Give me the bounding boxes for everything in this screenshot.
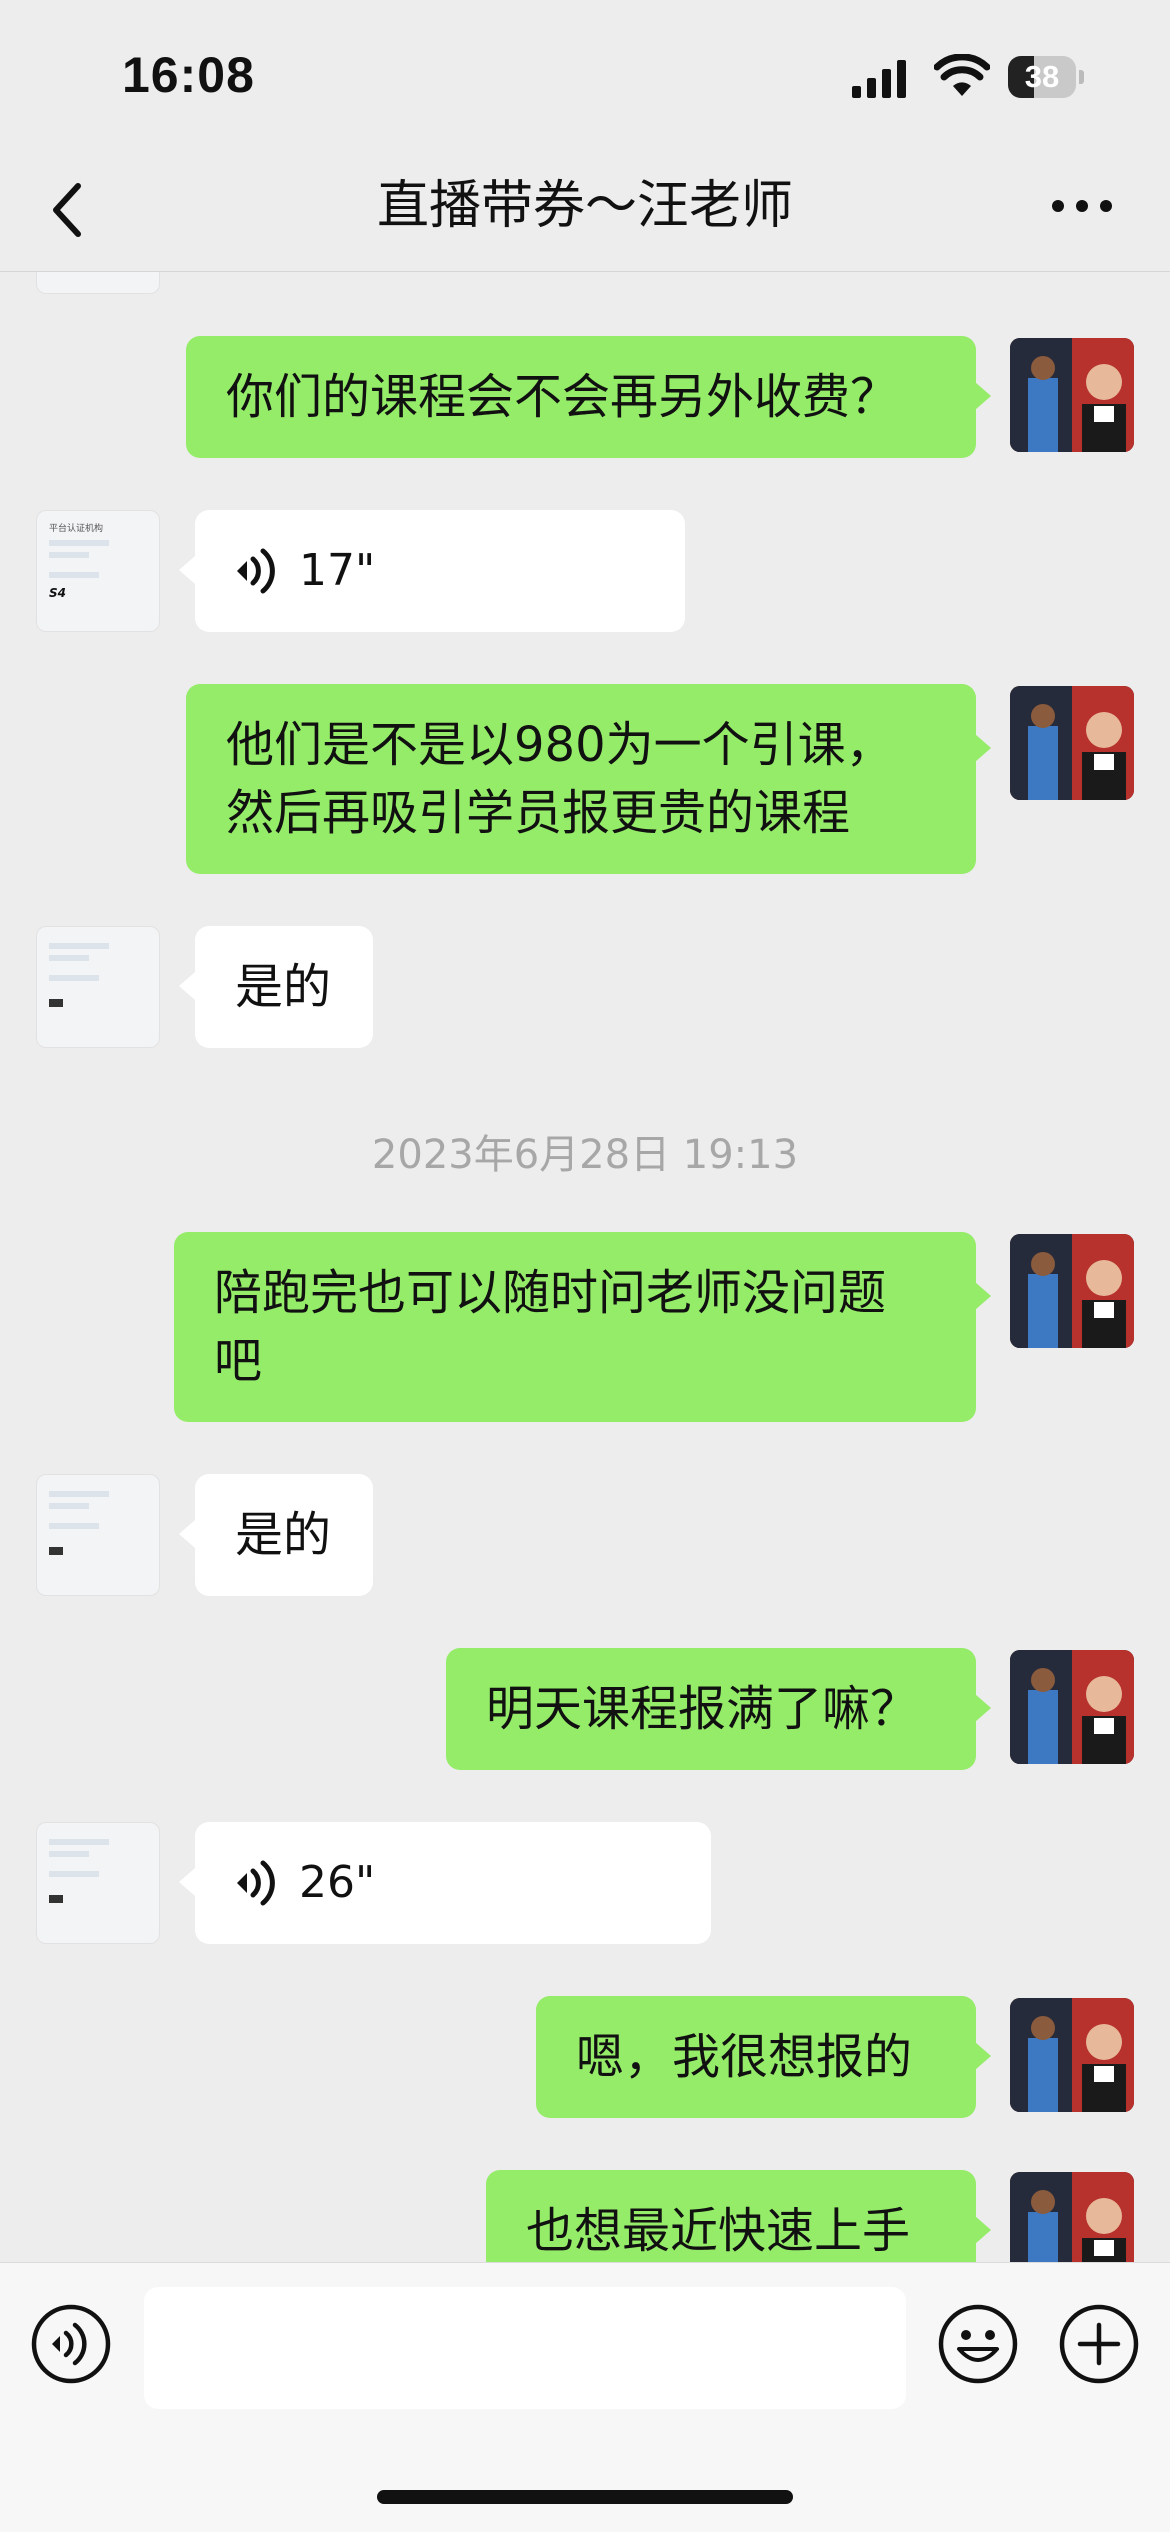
signal-icon	[852, 60, 906, 98]
avatar-me[interactable]	[1010, 1234, 1134, 1348]
chat-timestamp: 2023年6月28日 19:13	[371, 1132, 799, 1178]
message-text: 明天课程报满了嘛？	[486, 1681, 919, 1737]
message-text: 你们的课程会不会再另外收费？	[226, 369, 899, 425]
avatar-me[interactable]	[1010, 686, 1134, 800]
message-input[interactable]	[144, 2287, 906, 2409]
avatar-me[interactable]	[1010, 2172, 1134, 2262]
avatar-me[interactable]	[1010, 1650, 1134, 1764]
battery-indicator: 38	[1008, 56, 1084, 98]
message-text: 是的	[235, 1507, 332, 1563]
status-time: 16:08	[122, 47, 255, 103]
chat-title: 直播带券～汪老师	[376, 176, 793, 236]
message-bubble-incoming[interactable]: 是的	[195, 1474, 373, 1596]
message-text: 是的	[235, 959, 332, 1015]
voice-message-bubble[interactable]: 17"	[195, 510, 685, 632]
emoji-smile-icon[interactable]	[937, 2303, 1019, 2385]
avatar-other[interactable]: 平台认证机构 S4	[36, 510, 160, 632]
message-text-line: 吧	[214, 1333, 263, 1389]
more-dots-icon[interactable]	[1050, 194, 1114, 218]
message-text-line: 陪跑完也可以随时问老师没问题	[214, 1265, 887, 1321]
voice-input-icon[interactable]	[30, 2303, 112, 2385]
message-bubble-outgoing[interactable]: 你们的课程会不会再另外收费？	[186, 336, 976, 458]
avatar-other[interactable]	[36, 1822, 160, 1944]
status-bar: 16:08 38	[0, 0, 1170, 150]
battery-percent: 38	[1024, 59, 1060, 94]
chat-messages: 你们的课程会不会再另外收费？ 平台认证机构 S4 17" 他们是不是以980为一…	[0, 272, 1170, 2262]
message-bubble-outgoing[interactable]: 也想最近快速上手	[486, 2170, 976, 2262]
home-indicator[interactable]	[377, 2490, 793, 2504]
avatar-me[interactable]	[1010, 1998, 1134, 2112]
voice-duration: 17"	[299, 545, 376, 596]
message-bubble-outgoing[interactable]: 嗯，我很想报的	[536, 1996, 976, 2118]
message-bubble-outgoing[interactable]: 明天课程报满了嘛？	[446, 1648, 976, 1770]
wifi-icon	[934, 54, 990, 96]
chat-header: 直播带券～汪老师	[0, 150, 1170, 272]
message-text: 嗯，我很想报的	[576, 2029, 913, 2085]
message-bubble-outgoing[interactable]: 陪跑完也可以随时问老师没问题 吧	[174, 1232, 976, 1422]
voice-wave-icon	[237, 548, 275, 594]
avatar-other[interactable]	[36, 926, 160, 1048]
voice-wave-icon	[237, 1860, 275, 1906]
avatar-me[interactable]	[1010, 338, 1134, 452]
avatar-card-title: 平台认证机构	[49, 524, 104, 534]
plus-circle-icon[interactable]	[1058, 2303, 1140, 2385]
avatar-card-code: S4	[49, 586, 66, 600]
message-text-line: 他们是不是以980为一个引课，	[226, 717, 894, 773]
message-bubble-outgoing[interactable]: 他们是不是以980为一个引课， 然后再吸引学员报更贵的课程	[186, 684, 976, 874]
avatar-other-partial[interactable]	[36, 272, 160, 294]
voice-message-bubble[interactable]: 26"	[195, 1822, 711, 1944]
message-bubble-incoming[interactable]: 是的	[195, 926, 373, 1048]
message-text: 也想最近快速上手	[526, 2203, 911, 2259]
avatar-other[interactable]	[36, 1474, 160, 1596]
message-text-line: 然后再吸引学员报更贵的课程	[226, 785, 851, 841]
voice-duration: 26"	[299, 1857, 376, 1908]
